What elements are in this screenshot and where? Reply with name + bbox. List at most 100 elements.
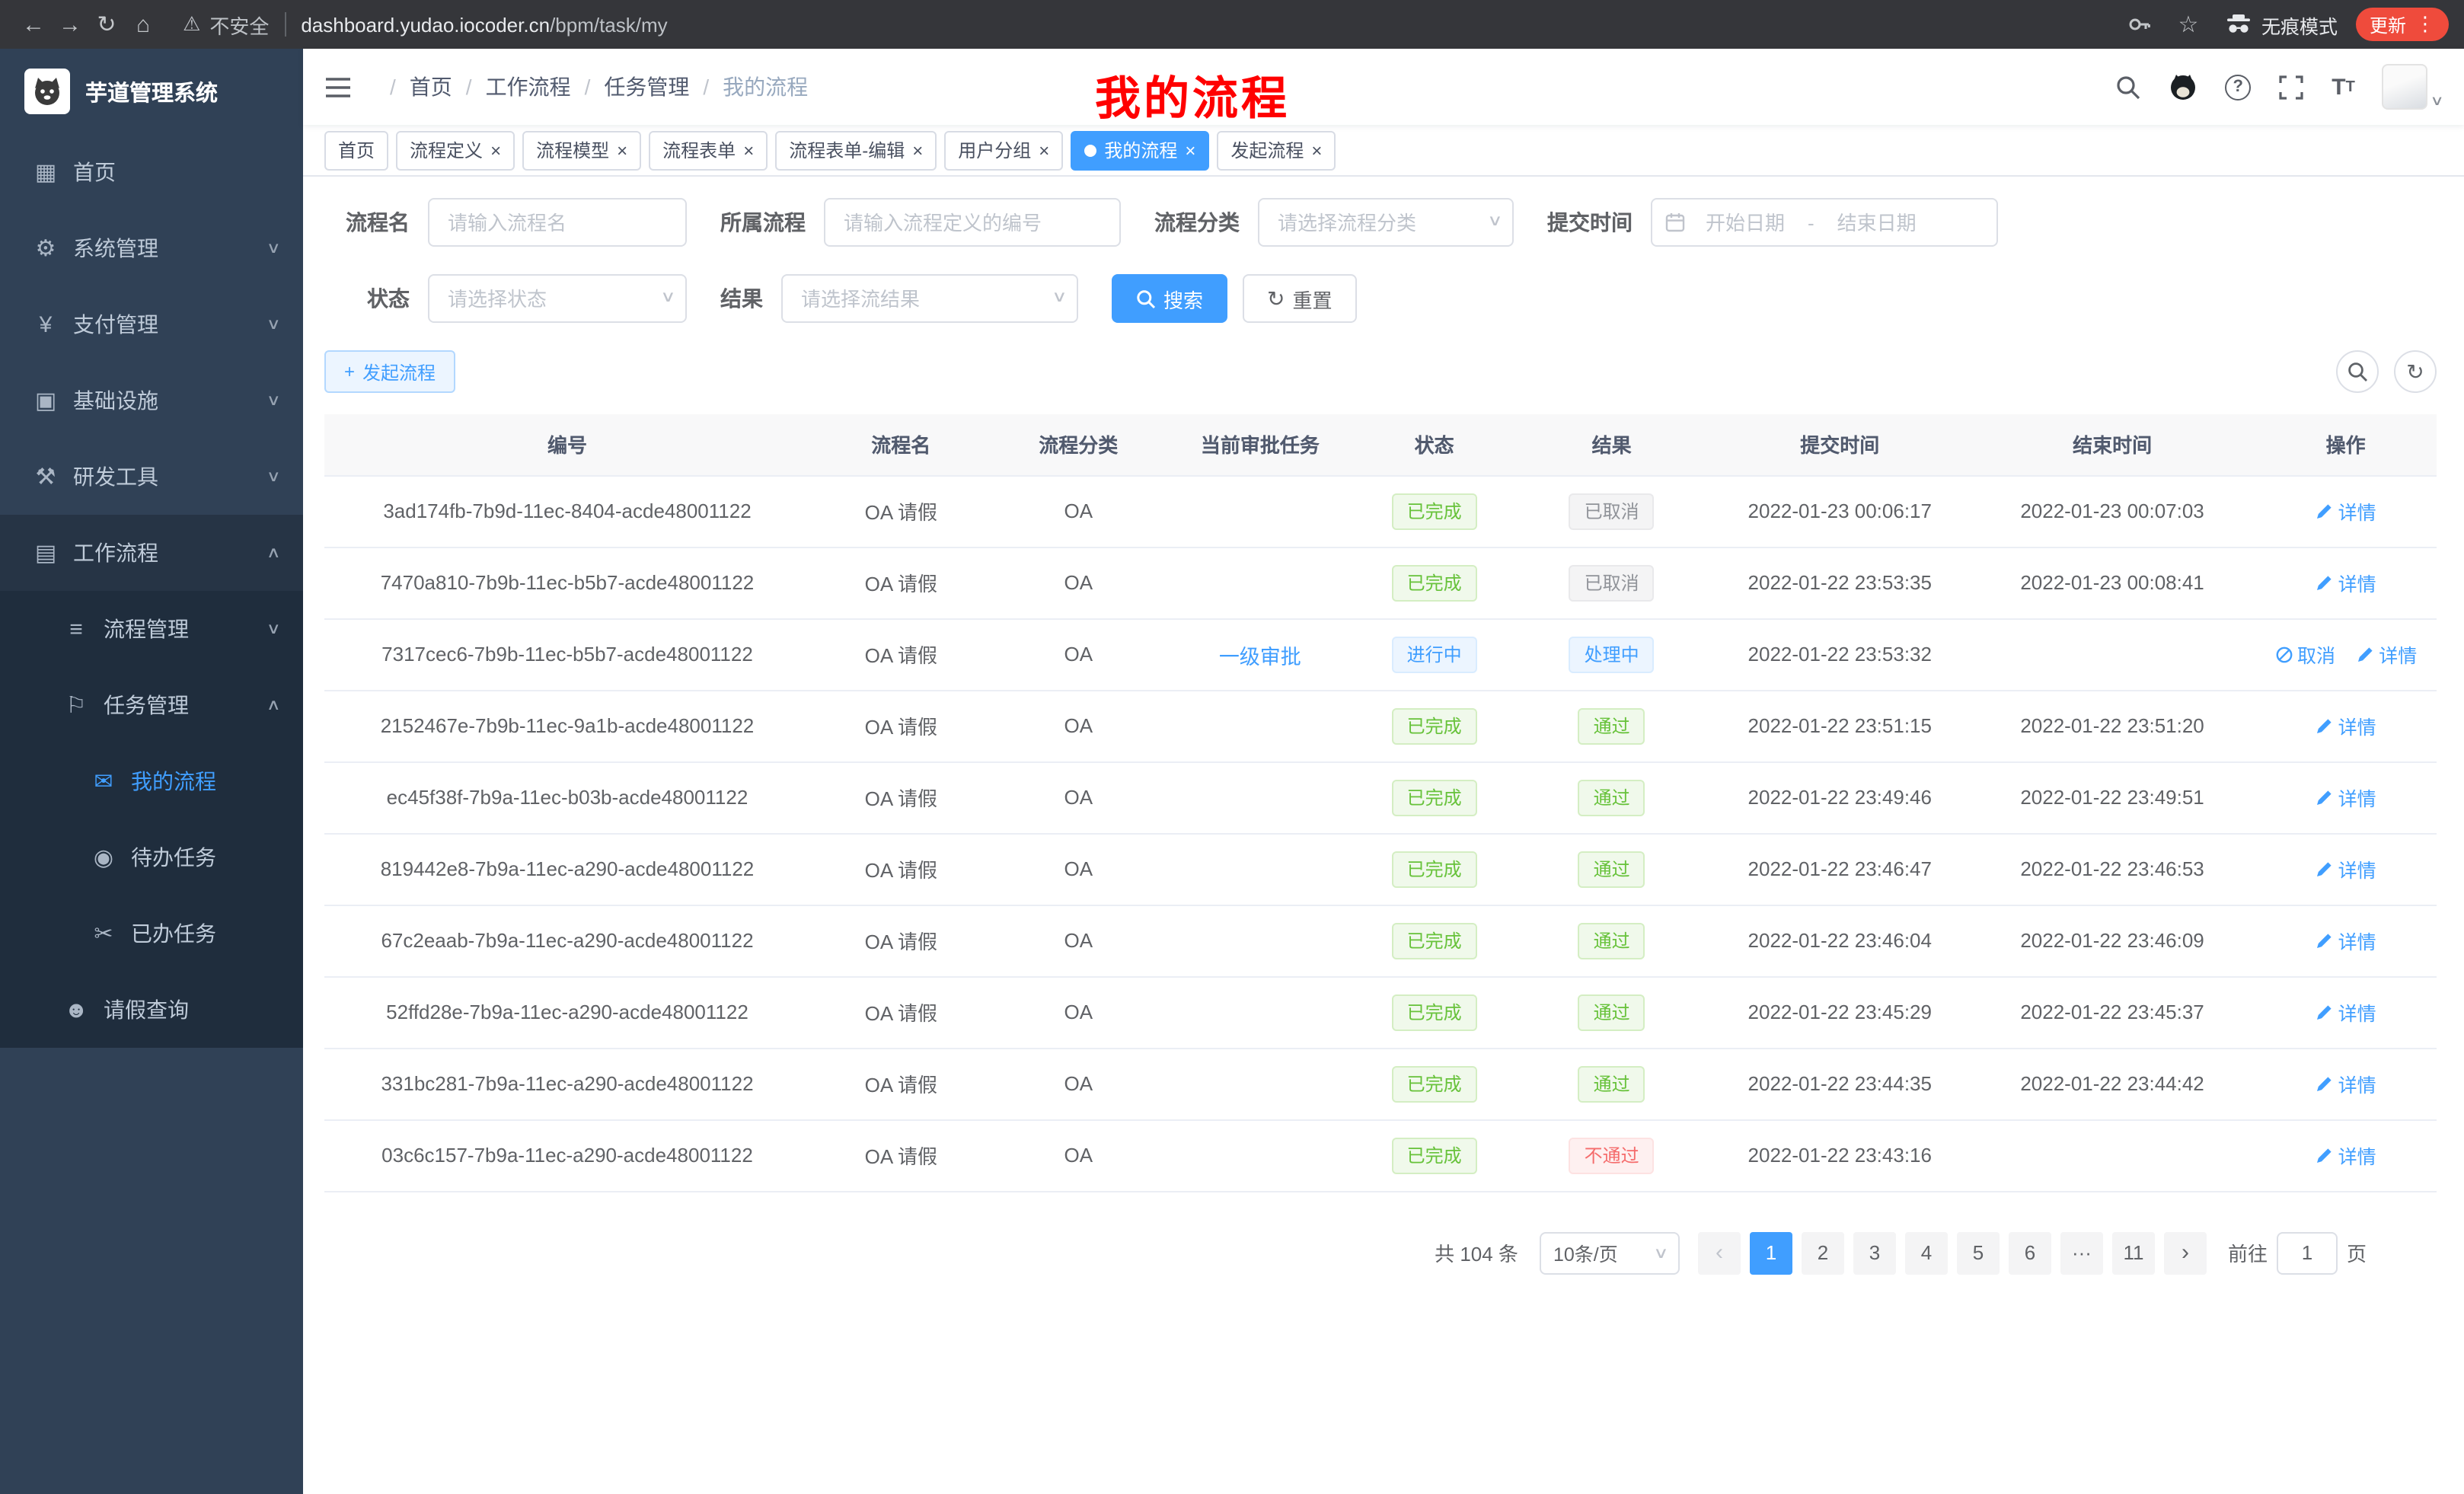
filter-label-name: 流程名 [324,207,410,238]
page-button[interactable]: 2 [1802,1231,1844,1274]
address-bar[interactable]: dashboard.yudao.iocoder.cn/bpm/task/my [301,13,667,36]
search-icon[interactable] [2115,74,2141,100]
detail-link[interactable]: 详情 [2316,998,2376,1026]
tab[interactable]: 发起流程 × [1217,130,1336,170]
avatar[interactable] [2383,64,2428,110]
detail-link[interactable]: 详情 [2316,496,2376,525]
menu-label: 工作流程 [73,538,158,568]
bookmark-star-icon[interactable]: ☆ [2170,11,2207,38]
page-button[interactable]: 5 [1957,1231,2000,1274]
detail-link[interactable]: 详情 [2316,854,2376,883]
tab[interactable]: 流程定义 × [396,130,515,170]
breadcrumb-item[interactable]: / 我的流程 [689,72,808,102]
security-label[interactable]: 不安全 [209,10,269,39]
page-button[interactable]: 4 [1905,1231,1948,1274]
breadcrumb-item[interactable]: / 任务管理 [571,72,690,102]
page-button[interactable]: 6 [2009,1231,2051,1274]
next-page-button[interactable]: › [2164,1231,2207,1274]
password-key-icon[interactable] [2127,12,2152,37]
fullscreen-icon[interactable] [2278,74,2304,100]
tab-close-icon[interactable]: × [490,141,501,159]
page-button[interactable]: 1 [1750,1231,1792,1274]
font-size-icon[interactable]: TT [2332,74,2355,100]
back-icon[interactable]: ← [15,11,52,37]
prev-page-button[interactable]: ‹ [1698,1231,1741,1274]
result-select[interactable] [781,274,1078,323]
detail-link[interactable]: 详情 [2316,1141,2376,1170]
tab[interactable]: 流程表单 × [649,130,768,170]
sidebar-item[interactable]: ◉ 待办任务 [0,819,303,895]
tab-close-icon[interactable]: × [1311,141,1322,159]
github-icon[interactable] [2169,73,2197,101]
breadcrumb-label: 我的流程 [723,72,808,102]
update-label: 更新 [2370,11,2406,37]
goto-page-input[interactable] [2277,1231,2338,1274]
detail-link[interactable]: 详情 [2316,783,2376,812]
date-range-separator: - [1805,211,1818,234]
reload-icon[interactable]: ↻ [88,11,125,38]
tab-close-icon[interactable]: × [1185,141,1195,159]
sidebar-item[interactable]: ✂ 已办任务 [0,895,303,972]
edit-pencil-icon [2316,502,2334,520]
sidebar-item[interactable]: ✉ 我的流程 [0,743,303,819]
sidebar-item[interactable]: ▣ 基础设施 ∨ [0,362,303,439]
detail-link[interactable]: 详情 [2316,568,2376,597]
tab[interactable]: 流程模型 × [522,130,641,170]
tab-close-icon[interactable]: × [1039,141,1049,159]
help-icon[interactable]: ? [2225,74,2251,100]
cell-submit-time: 2022-01-22 23:46:47 [1710,833,1970,905]
create-process-button[interactable]: + 发起流程 [324,350,455,393]
category-select[interactable] [1258,198,1514,247]
kebab-menu-icon[interactable]: ⋮ [2415,12,2435,37]
process-id-input[interactable] [824,198,1121,247]
submit-time-range-picker[interactable]: - [1651,198,1998,247]
detail-link[interactable]: 详情 [2316,711,2376,740]
tab-close-icon[interactable]: × [617,141,627,159]
table-header-cell: 操作 [2255,414,2437,475]
tab[interactable]: 用户分组 × [944,130,1063,170]
page-button[interactable]: ··· [2060,1231,2103,1274]
sidebar-item[interactable]: ≡ 流程管理 ∨ [0,591,303,667]
sidebar-item[interactable]: ⚙ 系统管理 ∨ [0,210,303,286]
start-date-input[interactable] [1686,211,1805,234]
hamburger-icon[interactable] [324,75,352,98]
sidebar-item[interactable]: ▦ 首页 [0,134,303,210]
forward-icon[interactable]: → [52,11,88,37]
current-task-link[interactable]: 一级审批 [1219,645,1301,668]
breadcrumb-item[interactable]: / 首页 [376,72,452,102]
table-header-cell: 结束时间 [1970,414,2255,475]
search-button[interactable]: 搜索 [1112,274,1227,323]
cell-id: 7470a810-7b9b-11ec-b5b7-acde48001122 [324,547,810,618]
update-button[interactable]: 更新 ⋮ [2356,8,2449,41]
cancel-link[interactable]: 取消 [2274,640,2335,669]
page-button[interactable]: 11 [2112,1231,2155,1274]
tab[interactable]: 流程表单-编辑 × [775,130,937,170]
sidebar-item[interactable]: ¥ 支付管理 ∨ [0,286,303,362]
browser-home-icon[interactable]: ⌂ [125,11,161,37]
app-logo [24,69,70,114]
tab[interactable]: 首页 × [324,130,388,170]
process-name-input[interactable] [428,198,687,247]
page-size-select[interactable]: ∨ [1540,1231,1680,1274]
tab[interactable]: 我的流程 × [1071,130,1209,170]
reset-button[interactable]: ↻ 重置 [1243,274,1357,323]
sidebar-item[interactable]: ⚐ 任务管理 ∧ [0,667,303,743]
sidebar-item[interactable]: ▤ 工作流程 ∧ [0,515,303,591]
toggle-search-button[interactable] [2336,350,2379,393]
filter-label-result: 结果 [720,283,763,314]
status-badge: 已完成 [1392,493,1477,529]
detail-link[interactable]: 详情 [2356,640,2417,669]
cell-process-name: OA 请假 [810,761,992,833]
detail-link[interactable]: 详情 [2316,1069,2376,1098]
detail-link[interactable]: 详情 [2316,926,2376,955]
sidebar-item[interactable]: ☻ 请假查询 [0,972,303,1048]
sidebar-item[interactable]: ⚒ 研发工具 ∨ [0,439,303,515]
breadcrumb-item[interactable]: / 工作流程 [452,72,571,102]
page-button[interactable]: 3 [1853,1231,1896,1274]
end-date-input[interactable] [1818,211,1936,234]
status-select[interactable] [428,274,687,323]
user-menu[interactable]: ∨ [2383,64,2443,110]
tab-close-icon[interactable]: × [743,141,754,159]
tab-close-icon[interactable]: × [912,141,923,159]
refresh-table-button[interactable]: ↻ [2394,350,2437,393]
